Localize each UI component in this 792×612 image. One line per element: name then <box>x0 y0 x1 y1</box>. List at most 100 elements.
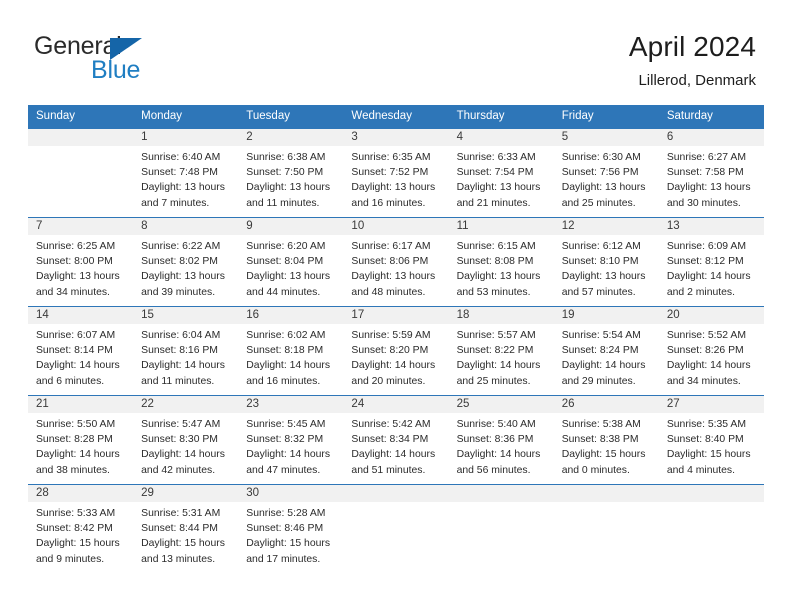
day-number: 9 <box>238 218 344 235</box>
day-details: Sunrise: 5:33 AM Sunset: 8:42 PM Daylight:… <box>28 502 133 567</box>
page-header: General Blue April 2024 Lillerod, Denmar… <box>0 0 792 104</box>
daylight-text-cont: and 57 minutes. <box>561 286 636 298</box>
day-details: Sunrise: 6:27 AM Sunset: 7:58 PM Daylight:… <box>659 146 764 211</box>
calendar-week-row: 1 Sunrise: 6:40 AM Sunset: 7:48 PM Daylight… <box>28 128 764 218</box>
calendar-day-cell[interactable]: 7 Sunrise: 6:25 AM Sunset: 8:00 PM Daylight… <box>28 217 134 307</box>
sunset-text: Sunset: 7:48 PM <box>141 167 218 179</box>
calendar-day-cell[interactable]: 3 Sunrise: 6:35 AM Sunset: 7:52 PM Daylight… <box>343 128 449 218</box>
calendar-week-row: 21 Sunrise: 5:50 AM Sunset: 8:28 PM Dayligh… <box>28 395 764 485</box>
calendar-day-cell[interactable]: 27 Sunrise: 5:35 AM Sunset: 8:40 PM Dayligh… <box>658 395 764 485</box>
day-details: Sunrise: 5:38 AM Sunset: 8:38 PM Daylight:… <box>554 413 659 478</box>
daylight-text-cont: and 2 minutes. <box>666 286 736 298</box>
day-details: Sunrise: 6:30 AM Sunset: 7:56 PM Daylight:… <box>554 146 659 211</box>
day-details: Sunrise: 6:40 AM Sunset: 7:48 PM Daylight:… <box>133 146 238 211</box>
day-number: 23 <box>238 396 344 413</box>
daylight-text-cont: and 53 minutes. <box>456 286 531 298</box>
day-number: 17 <box>343 307 449 324</box>
day-details: Sunrise: 5:45 AM Sunset: 8:32 PM Daylight:… <box>238 413 343 478</box>
sunset-text: Sunset: 8:02 PM <box>141 256 218 268</box>
daylight-text-cont: and 20 minutes. <box>351 375 426 387</box>
calendar-day-cell[interactable]: 11 Sunrise: 6:15 AM Sunset: 8:08 PM Dayligh… <box>448 217 554 307</box>
daylight-text: Daylight: 13 hours <box>456 271 541 283</box>
calendar-day-cell[interactable]: 23 Sunrise: 5:45 AM Sunset: 8:32 PM Dayligh… <box>238 395 344 485</box>
daylight-text: Daylight: 15 hours <box>36 538 120 550</box>
calendar-day-cell[interactable]: 13 Sunrise: 6:09 AM Sunset: 8:12 PM Dayligh… <box>658 217 764 307</box>
day-details: Sunrise: 5:59 AM Sunset: 8:20 PM Daylight:… <box>343 324 448 389</box>
calendar-day-cell[interactable]: 5 Sunrise: 6:30 AM Sunset: 7:56 PM Daylight… <box>553 128 659 218</box>
sunset-text: Sunset: 8:32 PM <box>246 434 324 446</box>
day-number: 11 <box>448 218 554 235</box>
day-number <box>553 485 659 502</box>
calendar-day-cell[interactable]: 28 Sunrise: 5:33 AM Sunset: 8:42 PM Dayligh… <box>28 484 134 574</box>
day-details: Sunrise: 6:22 AM Sunset: 8:02 PM Daylight:… <box>133 235 238 300</box>
calendar-day-cell[interactable]: 2 Sunrise: 6:38 AM Sunset: 7:50 PM Daylight… <box>238 128 344 218</box>
sunset-text: Sunset: 8:30 PM <box>141 434 218 446</box>
calendar-day-cell[interactable]: 12 Sunrise: 6:12 AM Sunset: 8:10 PM Dayligh… <box>553 217 659 307</box>
day-details: Sunrise: 6:38 AM Sunset: 7:50 PM Daylight:… <box>238 146 343 211</box>
calendar-day-cell[interactable]: 15 Sunrise: 6:04 AM Sunset: 8:16 PM Dayligh… <box>133 306 239 396</box>
daylight-text-cont: and 51 minutes. <box>351 464 426 476</box>
sunset-text: Sunset: 8:04 PM <box>246 256 324 268</box>
day-number: 12 <box>553 218 659 235</box>
sunrise-text: Sunrise: 6:07 AM <box>36 330 116 341</box>
sunset-text: Sunset: 8:14 PM <box>36 345 113 357</box>
calendar-day-cell[interactable]: 9 Sunrise: 6:20 AM Sunset: 8:04 PM Daylight… <box>238 217 344 307</box>
calendar-day-cell[interactable]: 25 Sunrise: 5:40 AM Sunset: 8:36 PM Dayligh… <box>448 395 554 485</box>
general-blue-logo[interactable]: General Blue <box>34 34 244 90</box>
calendar-day-cell[interactable]: 26 Sunrise: 5:38 AM Sunset: 8:38 PM Dayligh… <box>553 395 659 485</box>
calendar-day-cell[interactable]: 20 Sunrise: 5:52 AM Sunset: 8:26 PM Dayligh… <box>658 306 764 396</box>
sunset-text: Sunset: 8:46 PM <box>246 523 324 535</box>
day-number <box>658 485 764 502</box>
daylight-text: Daylight: 13 hours <box>456 182 541 194</box>
day-number: 18 <box>448 307 554 324</box>
sunrise-text: Sunrise: 6:40 AM <box>141 152 221 163</box>
sunset-text: Sunset: 8:24 PM <box>561 345 639 357</box>
sunset-text: Sunset: 8:18 PM <box>246 345 324 357</box>
calendar-day-cell[interactable]: 4 Sunrise: 6:33 AM Sunset: 7:54 PM Daylight… <box>448 128 554 218</box>
sunrise-text: Sunrise: 5:47 AM <box>141 419 221 430</box>
calendar-day-cell[interactable]: 10 Sunrise: 6:17 AM Sunset: 8:06 PM Dayligh… <box>343 217 449 307</box>
daylight-text: Daylight: 14 hours <box>246 449 331 461</box>
sunset-text: Sunset: 8:16 PM <box>141 345 218 357</box>
day-number: 22 <box>133 396 239 413</box>
calendar-day-cell[interactable]: 17 Sunrise: 5:59 AM Sunset: 8:20 PM Dayligh… <box>343 306 449 396</box>
calendar-day-cell[interactable]: 8 Sunrise: 6:22 AM Sunset: 8:02 PM Daylight… <box>133 217 239 307</box>
calendar-day-cell[interactable]: 18 Sunrise: 5:57 AM Sunset: 8:22 PM Dayligh… <box>448 306 554 396</box>
weekday-header-saturday: Saturday <box>658 105 764 129</box>
calendar-day-cell[interactable]: 21 Sunrise: 5:50 AM Sunset: 8:28 PM Dayligh… <box>28 395 134 485</box>
sunrise-text: Sunrise: 6:27 AM <box>666 152 746 163</box>
day-number: 15 <box>133 307 239 324</box>
calendar-day-cell-empty <box>658 484 764 574</box>
calendar-day-cell[interactable]: 19 Sunrise: 5:54 AM Sunset: 8:24 PM Dayligh… <box>553 306 659 396</box>
weekday-header-wednesday: Wednesday <box>343 105 449 129</box>
calendar-day-cell[interactable]: 30 Sunrise: 5:28 AM Sunset: 8:46 PM Dayligh… <box>238 484 344 574</box>
sunrise-text: Sunrise: 5:35 AM <box>666 419 746 430</box>
calendar-day-cell[interactable]: 6 Sunrise: 6:27 AM Sunset: 7:58 PM Daylight… <box>658 128 764 218</box>
weekday-header-monday: Monday <box>133 105 239 129</box>
daylight-text-cont: and 25 minutes. <box>456 375 531 387</box>
day-details: Sunrise: 6:02 AM Sunset: 8:18 PM Daylight:… <box>238 324 343 389</box>
day-details: Sunrise: 5:40 AM Sunset: 8:36 PM Daylight:… <box>449 413 554 478</box>
daylight-text: Daylight: 14 hours <box>141 360 225 372</box>
sunset-text: Sunset: 7:56 PM <box>561 167 639 179</box>
daylight-text-cont: and 11 minutes. <box>246 197 320 209</box>
calendar-day-cell[interactable]: 1 Sunrise: 6:40 AM Sunset: 7:48 PM Daylight… <box>133 128 239 218</box>
sunset-text: Sunset: 8:42 PM <box>36 523 113 535</box>
day-number <box>28 129 134 146</box>
calendar-day-cell[interactable]: 14 Sunrise: 6:07 AM Sunset: 8:14 PM Dayligh… <box>28 306 134 396</box>
daylight-text: Daylight: 13 hours <box>36 271 120 283</box>
calendar-day-cell[interactable]: 16 Sunrise: 6:02 AM Sunset: 8:18 PM Dayligh… <box>238 306 344 396</box>
calendar-day-cell[interactable]: 22 Sunrise: 5:47 AM Sunset: 8:30 PM Dayligh… <box>133 395 239 485</box>
calendar-day-cell[interactable]: 29 Sunrise: 5:31 AM Sunset: 8:44 PM Dayligh… <box>133 484 239 574</box>
daylight-text-cont: and 9 minutes. <box>36 553 105 565</box>
sunset-text: Sunset: 8:38 PM <box>561 434 639 446</box>
sunset-text: Sunset: 8:26 PM <box>666 345 744 357</box>
sunset-text: Sunset: 8:00 PM <box>36 256 113 268</box>
daylight-text-cont: and 56 minutes. <box>456 464 531 476</box>
day-number: 20 <box>658 307 764 324</box>
daylight-text: Daylight: 14 hours <box>351 360 436 372</box>
daylight-text-cont: and 29 minutes. <box>561 375 636 387</box>
day-number: 13 <box>658 218 764 235</box>
day-details: Sunrise: 6:35 AM Sunset: 7:52 PM Daylight:… <box>343 146 448 211</box>
calendar-day-cell[interactable]: 24 Sunrise: 5:42 AM Sunset: 8:34 PM Dayligh… <box>343 395 449 485</box>
